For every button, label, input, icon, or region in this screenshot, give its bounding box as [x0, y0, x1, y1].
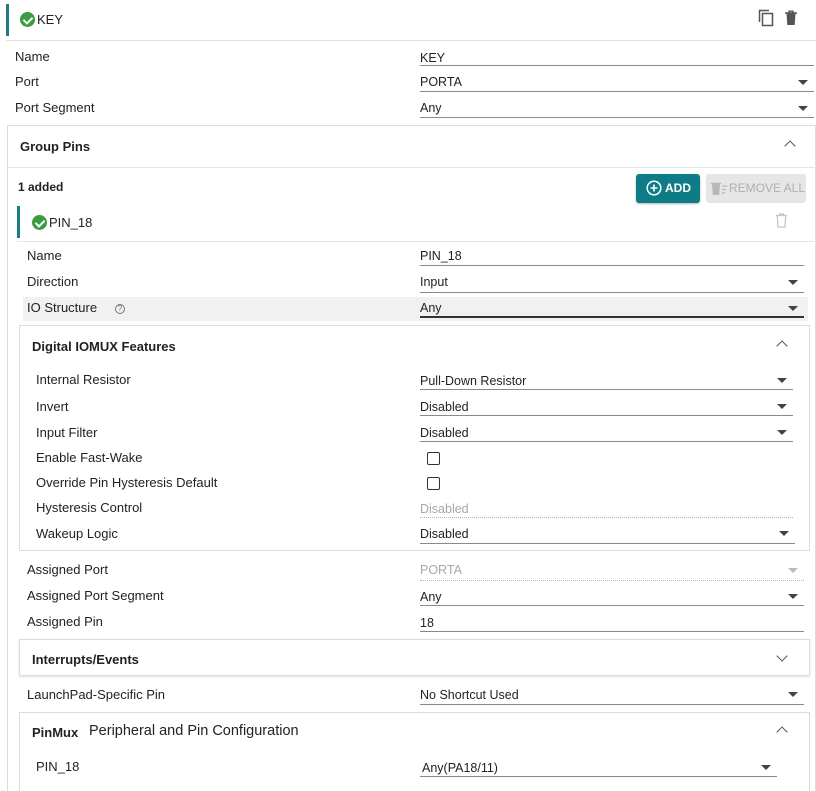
fast-wake-checkbox[interactable]: [427, 452, 440, 465]
port-segment-label: Port Segment: [15, 100, 95, 115]
chevron-down-icon[interactable]: [788, 280, 798, 285]
pin-divider: [17, 241, 816, 242]
header-accent: [6, 4, 9, 36]
internal-resistor-label: Internal Resistor: [36, 372, 131, 387]
fast-wake-label: Enable Fast-Wake: [36, 450, 143, 465]
pins-count: 1 added: [18, 180, 64, 194]
chevron-down-icon[interactable]: [777, 378, 787, 383]
io-structure-label: IO Structure: [27, 300, 98, 315]
override-hysteresis-label: Override Pin Hysteresis Default: [36, 475, 218, 490]
assigned-port-underline: [420, 580, 804, 581]
name-field[interactable]: KEY: [420, 51, 445, 65]
status-check-icon: [20, 12, 35, 27]
page-title: KEY: [37, 12, 64, 27]
input-filter-label: Input Filter: [36, 425, 98, 440]
chevron-down-icon: [788, 568, 798, 573]
add-button-label: ADD: [665, 181, 691, 195]
assigned-pin-underline: [420, 631, 804, 632]
invert-underline: [420, 415, 793, 416]
group-pins-divider: [8, 167, 816, 168]
io-structure-underline: [420, 316, 804, 318]
invert-label: Invert: [36, 399, 69, 414]
pin-name-underline: [420, 265, 804, 266]
internal-resistor-select[interactable]: Pull-Down Resistor: [420, 374, 526, 388]
add-circle-icon: [646, 180, 662, 196]
port-label: Port: [15, 74, 39, 89]
assigned-segment-label: Assigned Port Segment: [27, 588, 164, 603]
pinmux-title: Peripheral and Pin Configuration: [89, 723, 299, 739]
direction-select[interactable]: Input: [420, 275, 448, 289]
chevron-down-icon[interactable]: [788, 306, 798, 311]
hysteresis-control-label: Hysteresis Control: [36, 500, 143, 515]
io-structure-select[interactable]: Any: [420, 301, 442, 315]
chevron-down-icon[interactable]: [777, 404, 787, 409]
remove-all-label: REMOVE ALL: [729, 181, 806, 195]
chevron-down-icon[interactable]: [798, 106, 808, 111]
name-field-underline: [420, 65, 814, 66]
pin-status-check-icon: [32, 215, 47, 230]
wakeup-logic-label: Wakeup Logic: [36, 526, 118, 541]
direction-label: Direction: [27, 274, 79, 289]
wakeup-logic-select[interactable]: Disabled: [420, 527, 469, 541]
chevron-down-icon[interactable]: [761, 765, 771, 770]
assigned-segment-underline: [420, 605, 804, 606]
input-filter-underline: [420, 441, 793, 442]
pin-title: PIN_18: [49, 215, 93, 230]
pin-name-label: Name: [27, 248, 62, 263]
chevron-down-icon[interactable]: [779, 531, 789, 536]
assigned-pin-field[interactable]: 18: [420, 616, 434, 630]
port-segment-select[interactable]: Any: [420, 101, 442, 115]
copy-icon[interactable]: [758, 9, 774, 27]
pinmux-title-bold: PinMux: [32, 725, 79, 740]
assigned-segment-select[interactable]: Any: [420, 590, 442, 604]
hysteresis-control-underline: [420, 517, 793, 518]
assigned-port-select: PORTA: [420, 563, 462, 577]
chevron-down-icon[interactable]: [798, 80, 808, 85]
chevron-down-icon[interactable]: [788, 594, 798, 599]
pin-delete-icon[interactable]: [775, 213, 788, 228]
add-button[interactable]: ADD: [636, 174, 700, 203]
assigned-pin-label: Assigned Pin: [27, 614, 103, 629]
direction-underline: [420, 292, 804, 293]
delete-icon[interactable]: [784, 10, 798, 26]
pin-accent: [17, 206, 20, 238]
pinmux-pin-label: PIN_18: [36, 759, 80, 774]
port-segment-underline: [420, 117, 814, 118]
internal-resistor-underline: [420, 389, 793, 390]
group-pins-title: Group Pins: [20, 139, 91, 154]
chevron-down-icon[interactable]: [788, 692, 798, 697]
name-label: Name: [15, 49, 50, 64]
help-icon[interactable]: ?: [115, 304, 125, 314]
delete-sweep-icon: [711, 182, 727, 195]
assigned-port-label: Assigned Port: [27, 562, 108, 577]
port-select[interactable]: PORTA: [420, 75, 462, 89]
iomux-title: Digital IOMUX Features: [32, 339, 176, 354]
interrupts-title: Interrupts/Events: [32, 652, 139, 667]
pinmux-pin-underline: [420, 776, 777, 777]
pinmux-pin-select[interactable]: Any(PA18/11): [422, 761, 498, 775]
pin-name-field[interactable]: PIN_18: [420, 249, 462, 263]
launchpad-underline: [420, 704, 804, 705]
input-filter-select[interactable]: Disabled: [420, 426, 469, 440]
launchpad-label: LaunchPad-Specific Pin: [27, 687, 166, 702]
launchpad-select[interactable]: No Shortcut Used: [420, 688, 519, 702]
invert-select[interactable]: Disabled: [420, 400, 469, 414]
chevron-down-icon[interactable]: [777, 430, 787, 435]
wakeup-logic-underline: [420, 543, 795, 544]
header-divider: [6, 40, 816, 41]
remove-all-button[interactable]: REMOVE ALL: [706, 174, 806, 203]
hysteresis-control-select: Disabled: [420, 502, 469, 516]
port-select-underline: [420, 91, 814, 92]
override-hysteresis-checkbox[interactable]: [427, 477, 440, 490]
